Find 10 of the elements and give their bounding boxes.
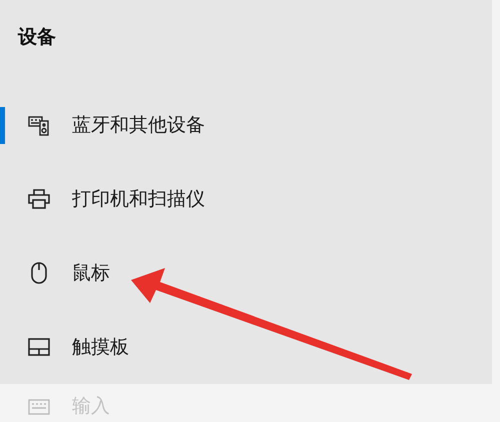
touchpad-icon xyxy=(28,338,50,356)
keyboard-icon xyxy=(28,398,50,414)
keyboard-speaker-icon xyxy=(28,114,50,136)
section-title: 设备 xyxy=(18,24,56,50)
printer-icon xyxy=(28,189,50,209)
nav-item[interactable]: 鼠标 xyxy=(0,254,118,292)
nav-item[interactable]: 触摸板 xyxy=(0,328,137,366)
nav-item[interactable]: 蓝牙和其他设备 xyxy=(0,106,213,144)
nav-item[interactable]: 打印机和扫描仪 xyxy=(0,180,213,218)
mouse-icon xyxy=(30,262,46,284)
